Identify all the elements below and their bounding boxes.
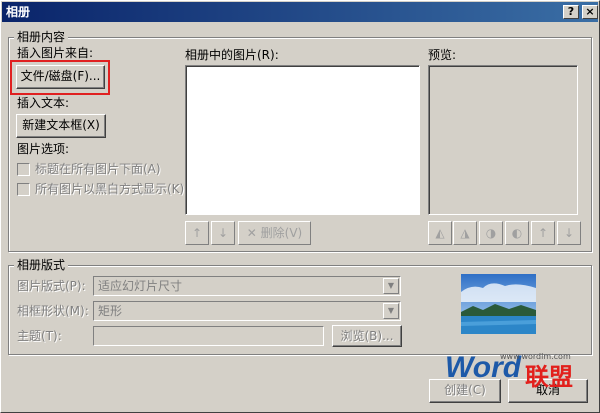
contrast-down-icon: ◐	[511, 226, 523, 240]
album-dialog: 相册 ? × 相册内容 插入图片来自: 文件/磁盘(F)... 插入文本: 新建…	[0, 0, 600, 413]
caption-below-label: 标题在所有图片下面(A)	[35, 162, 161, 176]
remove-button[interactable]: ✕ 删除(V)	[238, 221, 311, 245]
brightness-down-icon: ↓	[563, 226, 575, 240]
watermark-url: www.wordlm.com	[500, 352, 571, 361]
frame-shape-label: 相框形状(M):	[17, 304, 89, 318]
picture-layout-select[interactable]: 适应幻灯片尺寸 ▼	[93, 276, 401, 296]
theme-label: 主题(T):	[17, 329, 62, 343]
preview-label: 预览:	[428, 48, 457, 62]
contrast-up-button[interactable]: ◑	[479, 221, 503, 245]
new-textbox-button[interactable]: 新建文本框(X)	[16, 114, 106, 138]
rotate-right-button[interactable]: ◮	[453, 221, 477, 245]
brightness-up-button[interactable]: ↑	[531, 221, 555, 245]
rotate-right-icon: ◮	[460, 226, 470, 240]
pictures-in-album-label: 相册中的图片(R):	[185, 48, 279, 62]
arrow-down-icon: ↓	[217, 226, 229, 240]
frame-shape-select[interactable]: 矩形 ▼	[93, 301, 401, 321]
title-bar: 相册 ? ×	[2, 2, 598, 22]
chevron-down-icon: ▼	[383, 278, 399, 294]
pictures-listbox[interactable]	[185, 65, 420, 215]
watermark-brand-cn: 联盟	[525, 363, 573, 391]
chevron-down-icon: ▼	[383, 303, 399, 319]
frame-shape-value: 矩形	[98, 304, 123, 318]
album-content-group-title: 相册内容	[14, 30, 69, 44]
browse-button[interactable]: 浏览(B)...	[332, 325, 402, 347]
picture-layout-value: 适应幻灯片尺寸	[98, 279, 183, 293]
delete-x-icon: ✕	[246, 226, 257, 240]
arrow-up-icon: ↑	[191, 226, 203, 240]
help-button[interactable]: ?	[563, 5, 579, 19]
all-black-white-checkbox[interactable]	[17, 183, 30, 196]
landscape-thumbnail-image	[461, 274, 536, 334]
file-disk-button[interactable]: 文件/磁盘(F)...	[16, 65, 105, 89]
remove-label: 删除(V)	[260, 226, 303, 240]
move-up-button[interactable]: ↑	[185, 221, 209, 245]
all-black-white-label: 所有图片以黑白方式显示(K)	[35, 182, 185, 196]
insert-from-label: 插入图片来自:	[17, 46, 94, 60]
close-button[interactable]: ×	[582, 5, 598, 19]
album-layout-group-title: 相册版式	[14, 258, 69, 272]
contrast-down-button[interactable]: ◐	[505, 221, 529, 245]
brightness-down-button[interactable]: ↓	[557, 221, 581, 245]
brightness-up-icon: ↑	[537, 226, 549, 240]
rotate-left-button[interactable]: ◭	[428, 221, 452, 245]
contrast-up-icon: ◑	[485, 226, 497, 240]
theme-input[interactable]	[93, 326, 324, 346]
caption-below-checkbox[interactable]	[17, 163, 30, 176]
rotate-left-icon: ◭	[435, 226, 445, 240]
move-down-button[interactable]: ↓	[211, 221, 235, 245]
picture-layout-label: 图片版式(P):	[17, 279, 86, 293]
preview-pane	[428, 65, 578, 215]
picture-options-label: 图片选项:	[17, 142, 70, 156]
insert-text-label: 插入文本:	[17, 96, 70, 110]
layout-thumbnail	[461, 274, 536, 334]
dialog-title: 相册	[6, 5, 31, 19]
